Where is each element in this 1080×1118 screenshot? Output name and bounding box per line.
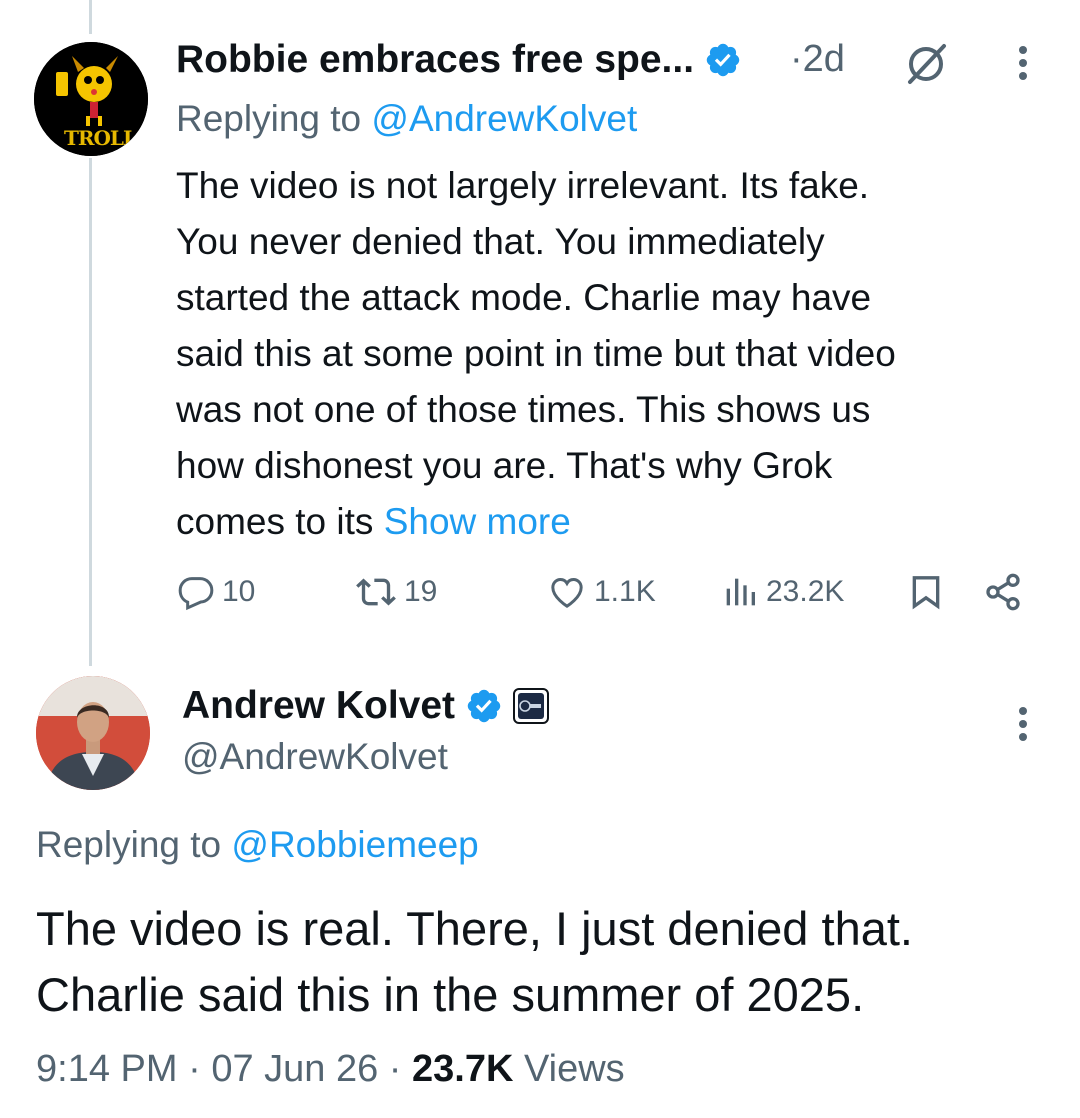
tweet-text-line: was not one of those times. This shows u… (176, 389, 871, 430)
tweet-text-line-last: comes to its Show more (176, 494, 1046, 550)
profile-photo-image (36, 676, 150, 790)
replying-prefix: Replying to (36, 824, 232, 865)
reply-button[interactable]: 10 (176, 572, 255, 612)
repost-count: 19 (404, 575, 438, 608)
more-options-icon[interactable] (1016, 705, 1030, 745)
time-text[interactable]: 2d (803, 38, 845, 80)
share-button[interactable] (982, 572, 1024, 612)
more-options-icon[interactable] (1016, 44, 1030, 84)
avatar-text: TROLL (64, 126, 137, 150)
verified-badge-icon (467, 689, 501, 723)
affiliate-badge-icon (513, 688, 550, 724)
avatar[interactable] (36, 676, 150, 790)
time-separator: · (790, 38, 803, 80)
thread-line-top (89, 0, 92, 34)
views-count: 23.7K (412, 1048, 514, 1090)
bookmark-button[interactable] (906, 572, 946, 612)
bookmark-icon (912, 576, 940, 610)
tweet-date[interactable]: 07 Jun 26 (211, 1048, 378, 1090)
meta-separator: · (177, 1048, 212, 1090)
action-bar: 10 19 1.1K 23.2K (176, 572, 1036, 622)
replying-to: Replying to @Robbiemeep (36, 824, 479, 866)
views-button[interactable]: 23.2K (720, 572, 844, 612)
repost-icon (356, 578, 396, 606)
display-name[interactable]: Andrew Kolvet (182, 684, 550, 728)
tweet-text-line: how dishonest you are. That's why Grok (176, 445, 833, 486)
tweet-text-line: You never denied that. You immediately (176, 221, 825, 262)
views-count: 23.2K (766, 575, 845, 608)
replying-handle-link[interactable]: @AndrewKolvet (371, 98, 637, 139)
meta-separator: · (378, 1048, 413, 1090)
tweet-text-line: The video is real. There, I just denied … (36, 902, 913, 955)
replying-to: Replying to @AndrewKolvet (176, 98, 637, 140)
display-name[interactable]: Robbie embraces free spe... (176, 38, 742, 82)
display-name-text[interactable]: Robbie embraces free spe... (176, 38, 694, 82)
heart-icon (551, 577, 583, 608)
tweet-text: The video is real. There, I just denied … (36, 896, 913, 1028)
tweet-text-line: The video is not largely irrelevant. Its… (176, 165, 870, 206)
like-button[interactable]: 1.1K (546, 572, 656, 612)
replying-handle-link[interactable]: @Robbiemeep (231, 824, 478, 865)
tweet-time[interactable]: ·2d (790, 38, 845, 81)
display-name-text[interactable]: Andrew Kolvet (182, 684, 455, 728)
reply-icon (178, 577, 214, 611)
reply-count: 10 (222, 575, 256, 608)
replying-prefix: Replying to (176, 98, 372, 139)
like-count: 1.1K (594, 575, 656, 608)
tweet-text-line: Charlie said this in the summer of 2025. (36, 968, 865, 1021)
views-chart-icon (726, 578, 755, 606)
share-icon (986, 573, 1020, 611)
show-more-link[interactable]: Show more (384, 501, 571, 542)
tweet-time[interactable]: 9:14 PM (36, 1048, 178, 1090)
views-label: Views (513, 1048, 625, 1090)
thread-line (89, 158, 92, 666)
repost-button[interactable]: 19 (354, 572, 437, 612)
tweet-text-line: started the attack mode. Charlie may hav… (176, 277, 872, 318)
tweet-text-line: comes to its (176, 501, 384, 542)
user-handle[interactable]: @AndrewKolvet (182, 736, 448, 778)
tweet-text-line: said this at some point in time but that… (176, 333, 896, 374)
avatar[interactable]: TROLL (34, 42, 148, 156)
verified-badge-icon (706, 43, 740, 77)
grok-icon[interactable] (904, 40, 950, 86)
tweet-text: The video is not largely irrelevant. Its… (176, 158, 1046, 550)
tweet-meta: 9:14 PM · 07 Jun 26 · 23.7K Views (36, 1048, 625, 1091)
